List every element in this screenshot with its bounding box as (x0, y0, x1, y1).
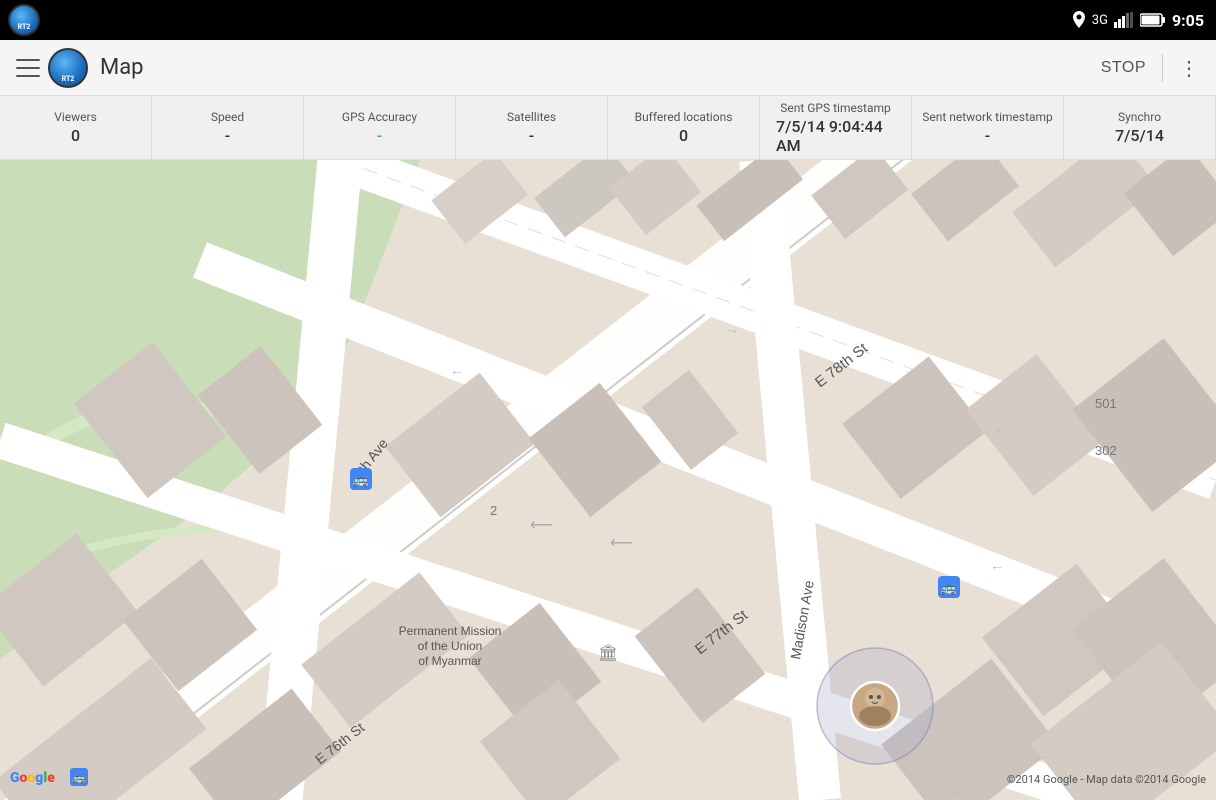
stat-sent_gps_timestamp: Sent GPS timestamp 7/5/14 9:04:44 AM (760, 96, 912, 159)
stat-gps_accuracy: GPS Accuracy - (304, 96, 456, 159)
svg-text:🚌: 🚌 (941, 580, 957, 595)
map-view: E 78th St E 77th St E 76th St 5th Ave Ma… (0, 160, 1216, 800)
location-icon (1072, 11, 1086, 29)
stat-label-gps_accuracy: GPS Accuracy (342, 110, 417, 124)
svg-text:⟵: ⟵ (530, 517, 553, 534)
svg-text:Permanent Mission: Permanent Mission (399, 624, 502, 638)
map-container[interactable]: E 78th St E 77th St E 76th St 5th Ave Ma… (0, 160, 1216, 800)
stat-satellites: Satellites - (456, 96, 608, 159)
stat-value-buffered_locations: 0 (679, 126, 688, 145)
google-logo: Google 🚌 (10, 770, 55, 786)
svg-text:←: ← (310, 745, 324, 761)
stat-buffered_locations: Buffered locations 0 (608, 96, 760, 159)
svg-text:⟵: ⟵ (610, 535, 633, 552)
stat-value-sent_gps_timestamp: 7/5/14 9:04:44 AM (776, 117, 895, 155)
svg-text:🚌: 🚌 (353, 472, 369, 487)
stop-button[interactable]: STOP (1101, 59, 1146, 77)
stat-label-speed: Speed (211, 110, 244, 124)
status-time: 9:05 (1172, 11, 1204, 30)
stats-bar: Viewers 0 Speed - GPS Accuracy - Satellites - Bu… (0, 96, 1216, 160)
svg-text:←: ← (450, 362, 464, 378)
stat-value-gps_accuracy: - (377, 126, 382, 145)
nav-hamburger-icon[interactable] (16, 59, 40, 77)
stat-synchro: Synchro 7/5/14 (1064, 96, 1216, 159)
status-bar-left (8, 0, 40, 40)
stat-value-synchro: 7/5/14 (1115, 126, 1164, 145)
stat-label-viewers: Viewers (54, 110, 97, 124)
stat-speed: Speed - (152, 96, 304, 159)
toolbar-divider (1162, 54, 1163, 82)
stat-value-satellites: - (529, 126, 534, 145)
svg-text:of Myanmar: of Myanmar (418, 654, 481, 668)
map-copyright: ©2014 Google - Map data ©2014 Google (1007, 773, 1206, 786)
stat-label-satellites: Satellites (507, 110, 556, 124)
svg-text:🏛: 🏛 (598, 644, 618, 662)
battery-icon (1140, 13, 1166, 27)
stat-value-speed: - (225, 126, 230, 145)
svg-text:501: 501 (1095, 396, 1117, 411)
app-logo (48, 48, 88, 88)
stat-value-viewers: 0 (71, 126, 80, 145)
status-bar: 3G 9:05 (0, 0, 1216, 40)
status-icons: 3G 9:05 (1072, 11, 1204, 30)
action-bar-right: STOP ⋮ (1101, 54, 1200, 82)
stat-label-sent_gps_timestamp: Sent GPS timestamp (780, 101, 891, 115)
stat-viewers: Viewers 0 (0, 96, 152, 159)
page-title: Map (100, 55, 144, 80)
stat-sent_network_timestamp: Sent network timestamp - (912, 96, 1064, 159)
svg-text:302: 302 (1095, 443, 1117, 458)
action-bar: Map STOP ⋮ (0, 40, 1216, 96)
app-notification-icon (8, 4, 40, 36)
stat-label-synchro: Synchro (1118, 110, 1161, 124)
signal-icon (1114, 12, 1134, 28)
svg-text:←: ← (990, 557, 1004, 573)
svg-text:of the Union: of the Union (418, 639, 483, 653)
stat-label-sent_network_timestamp: Sent network timestamp (922, 110, 1053, 124)
svg-text:2: 2 (490, 503, 497, 518)
network-indicator: 3G (1092, 13, 1108, 28)
overflow-menu-icon[interactable]: ⋮ (1179, 56, 1200, 80)
stat-label-buffered_locations: Buffered locations (635, 110, 733, 124)
stat-value-sent_network_timestamp: - (985, 126, 990, 145)
